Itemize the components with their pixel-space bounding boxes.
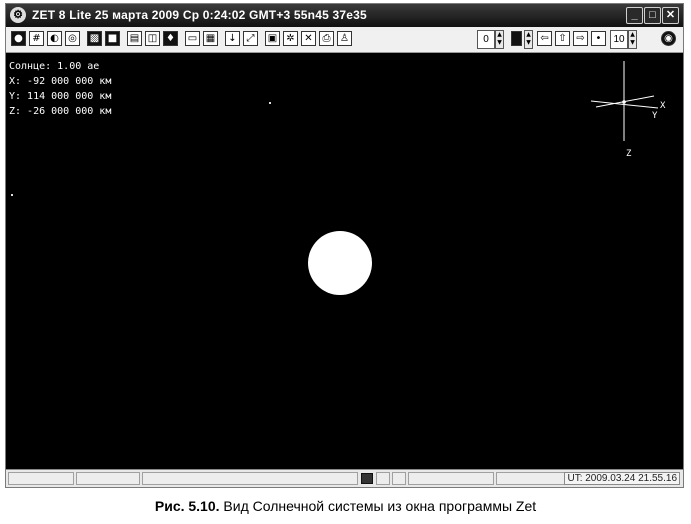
zoom-spin-arrows[interactable]: ▲ ▼ <box>628 30 637 49</box>
axes-origin <box>622 100 626 104</box>
grid-icon[interactable]: # <box>29 31 44 46</box>
arrow-left-icon[interactable]: ⇦ <box>537 31 552 46</box>
axis-x-label: X <box>660 101 666 111</box>
object-distance: Солнце: 1.00 ае <box>9 61 100 72</box>
printer-icon[interactable]: ⎙ <box>319 31 334 46</box>
figure-caption: Рис. 5.10. Вид Солнечной системы из окна… <box>0 498 691 514</box>
settings-icon[interactable]: ✲ <box>283 31 298 46</box>
coord-z: Z: -26 000 000 км <box>9 106 112 117</box>
person-icon[interactable]: ♙ <box>337 31 352 46</box>
step-spin-arrows[interactable]: ▲ ▼ <box>524 30 533 49</box>
maximize-button[interactable]: □ <box>644 7 661 24</box>
image-icon[interactable]: ▩ <box>87 31 102 46</box>
arrow-right-icon[interactable]: ⇨ <box>573 31 588 46</box>
minimize-button[interactable]: _ <box>626 7 643 24</box>
download-icon[interactable]: ↓ <box>225 31 240 46</box>
app-window: ⚙ ZET 8 Lite 25 марта 2009 Ср 0:24:02 GM… <box>5 3 684 488</box>
status-segment <box>496 472 574 485</box>
toolbar: ● # ◐ ◎ ▩ ■ ▤ ◫ ♦ ▭ ▦ ↓ ⤢ ▣ ✲ ✕ ⎙ ♙ 0 ▲ ▼… <box>6 27 683 53</box>
zoom-icon[interactable]: ⤢ <box>243 31 258 46</box>
window-icon[interactable]: ▭ <box>185 31 200 46</box>
zoom-value-field[interactable]: 10 <box>610 30 628 49</box>
sun-disc[interactable] <box>308 231 372 295</box>
pin-icon[interactable]: • <box>591 31 606 46</box>
coord-y: Y: 114 000 000 км <box>9 91 112 102</box>
star-dot <box>269 102 271 104</box>
tools-icon[interactable]: ✕ <box>301 31 316 46</box>
speed-spin-arrows[interactable]: ▲ ▼ <box>495 30 504 49</box>
caption-label: Рис. 5.10. <box>154 498 220 514</box>
camera-icon[interactable]: ◫ <box>145 31 160 46</box>
window-title: ZET 8 Lite 25 марта 2009 Ср 0:24:02 GMT+… <box>32 8 367 22</box>
status-segment <box>8 472 74 485</box>
coord-x: X: -92 000 000 км <box>9 76 112 87</box>
axes-indicator: X Y Z <box>590 61 666 159</box>
axis-y-label: Y <box>652 111 658 121</box>
sphere-icon[interactable]: ● <box>11 31 26 46</box>
map-icon[interactable]: ■ <box>105 31 120 46</box>
coordinates-readout: Солнце: 1.00 ае X: -92 000 000 км Y: 114… <box>9 59 111 119</box>
orbit-icon[interactable]: ◎ <box>65 31 80 46</box>
title-bar[interactable]: ⚙ ZET 8 Lite 25 марта 2009 Ср 0:24:02 GM… <box>6 4 683 27</box>
telescope-icon[interactable]: ♦ <box>163 31 178 46</box>
star-dot <box>11 194 13 196</box>
status-segment <box>408 472 494 485</box>
status-segment <box>392 472 406 485</box>
speed-value-field[interactable]: 0 <box>477 30 495 49</box>
status-bar: UT: 2009.03.24 21.55.16 <box>6 469 683 487</box>
document-icon[interactable]: ▣ <box>265 31 280 46</box>
close-button[interactable]: ✕ <box>662 7 679 24</box>
app-logo-icon[interactable]: ⚙ <box>10 7 26 23</box>
status-ut-time: UT: 2009.03.24 21.55.16 <box>564 472 680 485</box>
status-segment <box>142 472 358 485</box>
panel-icon[interactable]: ▦ <box>203 31 218 46</box>
status-segment <box>376 472 390 485</box>
stop-icon[interactable] <box>511 31 522 46</box>
status-segment <box>76 472 140 485</box>
status-stop-indicator[interactable] <box>361 473 373 484</box>
arrow-up-icon[interactable]: ⇧ <box>555 31 570 46</box>
power-icon[interactable]: ◉ <box>661 31 676 46</box>
caption-text: Вид Солнечной системы из окна программы … <box>219 498 537 514</box>
sky-viewport[interactable]: Солнце: 1.00 ае X: -92 000 000 км Y: 114… <box>6 53 683 469</box>
globe-icon[interactable]: ◐ <box>47 31 62 46</box>
film-icon[interactable]: ▤ <box>127 31 142 46</box>
axis-z-label: Z <box>626 149 632 159</box>
